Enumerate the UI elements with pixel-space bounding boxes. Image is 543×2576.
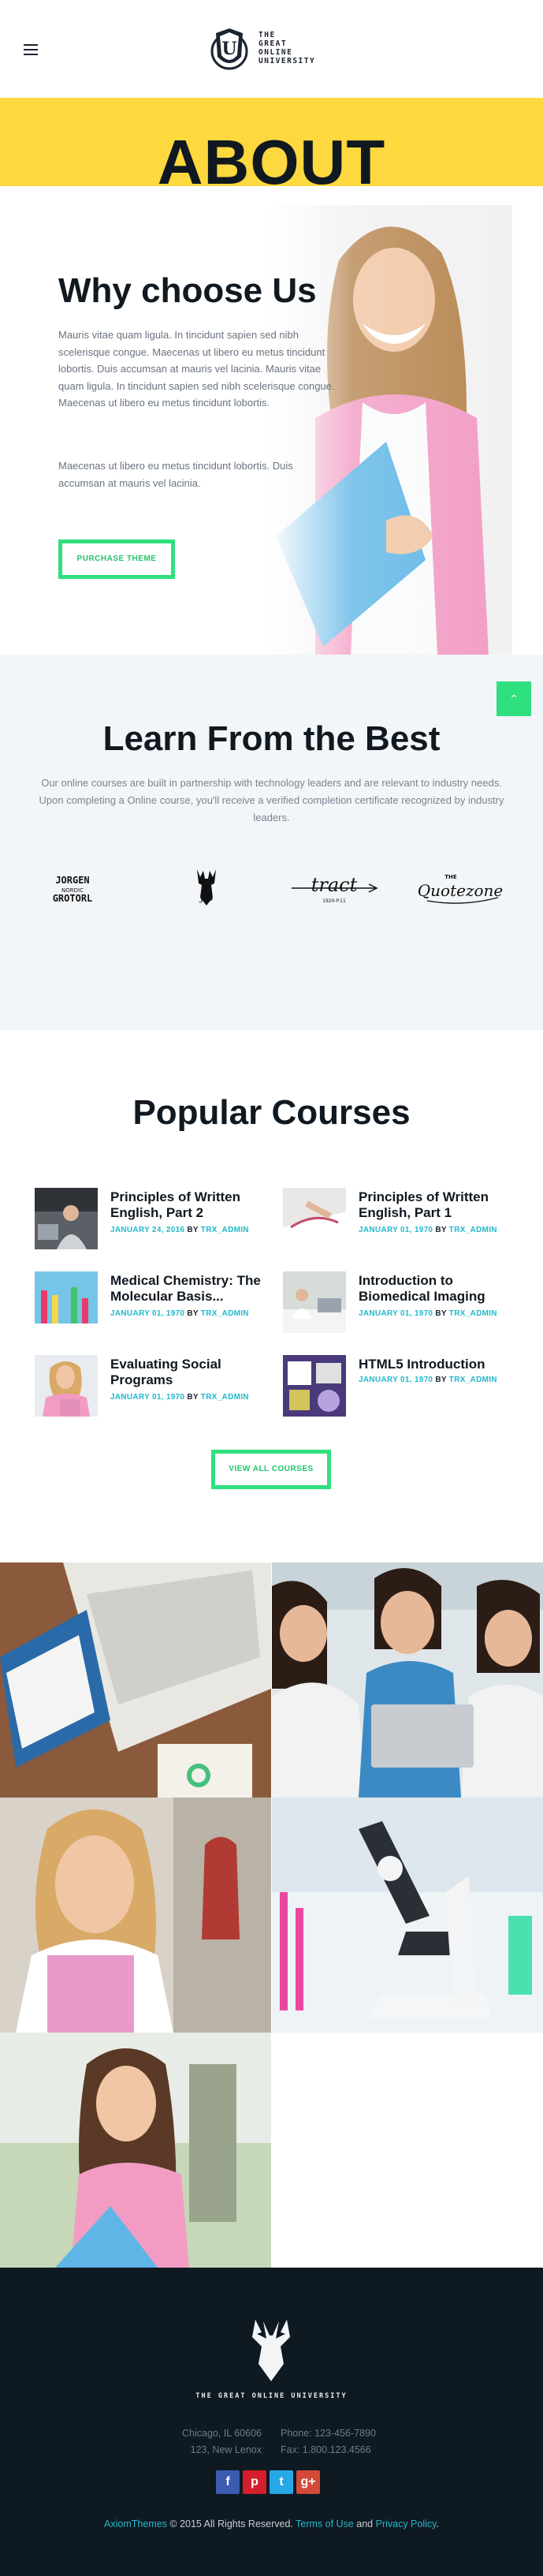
svg-text:1920-P.11: 1920-P.11 — [322, 898, 346, 904]
course-title[interactable]: Introduction to Biomedical Imaging — [359, 1273, 511, 1305]
course-card[interactable]: Principles of Written English, Part 1 JA… — [283, 1188, 511, 1254]
facebook-icon[interactable]: f — [216, 2470, 240, 2494]
site-logo[interactable]: U THE GREAT ONLINE UNIVERSITY — [206, 25, 333, 71]
copyright: AxiomThemes © 2015 All Rights Reserved. … — [104, 2518, 439, 2529]
site-header: U THE GREAT ONLINE UNIVERSITY — [0, 0, 543, 98]
gallery-image-students-laptop[interactable] — [272, 1562, 543, 1798]
course-meta: JANUARY 01, 1970 BY TRX_ADMIN — [359, 1309, 497, 1318]
svg-text:J G: J G — [199, 893, 214, 903]
svg-text:THE: THE — [444, 874, 457, 880]
site-footer: THE GREAT ONLINE UNIVERSITY Chicago, IL … — [0, 2268, 543, 2576]
logo-letter: U — [221, 39, 236, 59]
partner-logo-tract[interactable]: tract 1920-P.11 — [287, 861, 381, 917]
why-paragraph-2: Maecenas ut libero eu metus tincidunt lo… — [58, 460, 293, 489]
section-title: Popular Courses — [132, 1093, 411, 1132]
purchase-theme-button[interactable]: PURCHASE THEME — [58, 539, 175, 579]
svg-text:GROTORL: GROTORL — [53, 893, 93, 904]
course-card[interactable]: Introduction to Biomedical Imaging JANUA… — [283, 1271, 511, 1338]
gallery-image-desk[interactable] — [0, 1562, 271, 1798]
page-title: ABOUT — [157, 127, 386, 187]
course-thumbnail — [35, 1188, 98, 1249]
terms-link[interactable]: Terms of Use — [296, 2518, 354, 2529]
view-all-courses-button[interactable]: VIEW ALL COURSES — [211, 1450, 331, 1489]
social-links: f p t g+ — [216, 2470, 320, 2494]
pinterest-icon[interactable]: p — [243, 2470, 266, 2494]
footer-contacts: Phone: 123-456-7890 Fax: 1.800.123.4566 — [281, 2428, 376, 2455]
course-card[interactable]: HTML5 Introduction JANUARY 01, 1970 BY T… — [283, 1355, 511, 1421]
gallery-image-student-notebook[interactable] — [0, 1798, 271, 2033]
logo-shield-icon: U — [210, 28, 248, 70]
section-title: Learn From the Best — [102, 719, 441, 758]
course-title[interactable]: Evaluating Social Programs — [110, 1357, 263, 1388]
course-meta: JANUARY 01, 1970 BY TRX_ADMIN — [110, 1309, 249, 1318]
course-thumbnail — [35, 1271, 98, 1333]
course-meta: JANUARY 01, 1970 BY TRX_ADMIN — [359, 1376, 497, 1384]
course-meta: JANUARY 01, 1970 BY TRX_ADMIN — [110, 1393, 249, 1402]
course-thumbnail — [35, 1355, 98, 1417]
learn-section: ⌃ Learn From the Best Our online courses… — [0, 655, 543, 1030]
google-plus-icon[interactable]: g+ — [296, 2470, 320, 2494]
why-choose-us-section: Why choose Us Mauris vitae quam ligula. … — [0, 186, 543, 655]
partner-logo-quotezone[interactable]: THE Quotezone — [415, 861, 509, 917]
photo-gallery — [0, 1562, 543, 2268]
course-thumbnail — [283, 1271, 346, 1333]
why-paragraph-1: Mauris vitae quam ligula. In tincidunt s… — [58, 329, 335, 409]
course-title[interactable]: Principles of Written English, Part 1 — [359, 1189, 511, 1221]
course-card[interactable]: Medical Chemistry: The Molecular Basis..… — [35, 1271, 263, 1338]
partner-logos: JORGEN NORDIC GROTORL J G tract 1920-P.1… — [32, 861, 511, 917]
chevron-up-icon[interactable]: ⌃ — [497, 681, 531, 716]
twitter-icon[interactable]: t — [270, 2470, 293, 2494]
gallery-image-microscope[interactable] — [272, 1798, 543, 2033]
footer-brand: THE GREAT ONLINE UNIVERSITY — [195, 2392, 348, 2400]
course-card[interactable]: Principles of Written English, Part 2 JA… — [35, 1188, 263, 1254]
partner-logo-jorgen[interactable]: JORGEN NORDIC GROTORL — [32, 861, 126, 917]
about-banner: ABOUT — [0, 98, 543, 186]
svg-text:Quotezone: Quotezone — [418, 881, 504, 900]
axiomthemes-link[interactable]: AxiomThemes — [104, 2518, 167, 2529]
course-meta: JANUARY 24, 2016 BY TRX_ADMIN — [110, 1226, 249, 1234]
privacy-link[interactable]: Privacy Policy — [376, 2518, 437, 2529]
partner-logo-deer[interactable]: J G — [159, 861, 254, 917]
course-meta: JANUARY 01, 1970 BY TRX_ADMIN — [359, 1226, 497, 1234]
hamburger-icon[interactable] — [24, 44, 38, 55]
course-card[interactable]: Evaluating Social Programs JANUARY 01, 1… — [35, 1355, 263, 1421]
gallery-image-student-folder[interactable] — [0, 2033, 271, 2268]
svg-text:JORGEN: JORGEN — [55, 875, 89, 886]
logo-text: THE GREAT ONLINE UNIVERSITY — [258, 31, 316, 65]
course-title[interactable]: Principles of Written English, Part 2 — [110, 1189, 263, 1221]
section-title: Why choose Us — [58, 271, 317, 310]
learn-description: Our online courses are built in partners… — [39, 777, 504, 823]
deer-logo-icon[interactable] — [232, 2315, 311, 2387]
course-thumbnail — [283, 1188, 346, 1249]
footer-address: Chicago, IL 60606 123, New Lenox — [181, 2428, 262, 2455]
course-thumbnail — [283, 1355, 346, 1417]
course-title[interactable]: HTML5 Introduction — [359, 1357, 511, 1372]
popular-courses-section: Popular Courses Principles of Written En… — [0, 1030, 543, 1562]
course-title[interactable]: Medical Chemistry: The Molecular Basis..… — [110, 1273, 263, 1305]
svg-text:tract: tract — [311, 874, 358, 896]
